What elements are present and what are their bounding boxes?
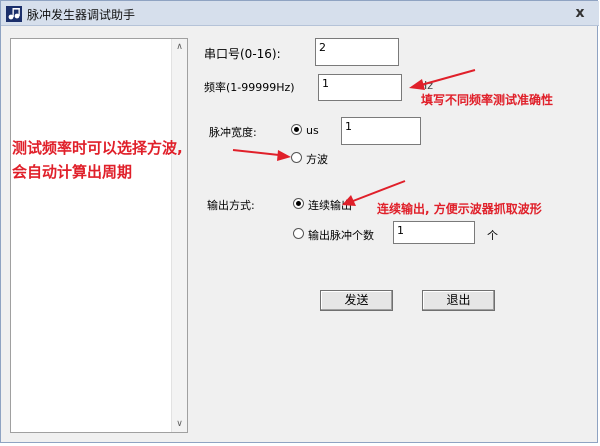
close-button[interactable]: x	[567, 4, 593, 23]
left-annotation-line1: 测试频率时可以选择方波,	[12, 139, 183, 157]
count-label: 输出脉冲个数	[308, 229, 374, 242]
square-arrow	[232, 149, 280, 156]
continuous-label: 连续输出	[308, 199, 352, 212]
output-annotation: 连续输出, 方便示波器抓取波形	[377, 202, 542, 216]
app-window: 脉冲发生器调试助手 x ∧ ∨ 串口号(0-16): 2 频率(1-99999H…	[0, 0, 599, 443]
count-radio[interactable]	[293, 228, 304, 239]
vertical-scrollbar[interactable]: ∧ ∨	[171, 39, 187, 432]
left-annotation-line2: 会自动计算出周期	[12, 163, 133, 181]
continuous-radio[interactable]	[293, 198, 304, 209]
output-mode-label: 输出方式:	[207, 199, 255, 212]
port-input[interactable]: 2	[315, 38, 399, 66]
scroll-up-icon[interactable]: ∧	[172, 39, 187, 55]
count-input[interactable]: 1	[393, 221, 475, 244]
freq-annotation: 填写不同频率测试准确性	[421, 93, 554, 107]
count-unit: 个	[487, 229, 498, 242]
pulse-width-label: 脉冲宽度:	[209, 126, 257, 139]
pulse-square-radio[interactable]	[291, 152, 302, 163]
exit-button[interactable]: 退出	[422, 290, 495, 311]
title-bar[interactable]: 脉冲发生器调试助手 x	[1, 1, 599, 26]
pulse-square-label: 方波	[306, 153, 328, 166]
music-notes-icon	[6, 6, 22, 22]
square-arrowhead	[277, 150, 291, 161]
scroll-down-icon[interactable]: ∨	[172, 416, 187, 432]
window-title: 脉冲发生器调试助手	[27, 8, 136, 22]
freq-input[interactable]: 1	[318, 74, 402, 101]
pulse-us-radio[interactable]	[291, 124, 302, 135]
freq-label: 频率(1-99999Hz)	[204, 81, 295, 94]
continuous-arrow	[352, 180, 406, 202]
port-label: 串口号(0-16):	[204, 47, 281, 61]
log-listbox[interactable]: ∧ ∨	[10, 38, 188, 433]
pulse-width-input[interactable]: 1	[341, 117, 421, 145]
pulse-us-label: us	[306, 124, 319, 137]
send-button[interactable]: 发送	[320, 290, 393, 311]
